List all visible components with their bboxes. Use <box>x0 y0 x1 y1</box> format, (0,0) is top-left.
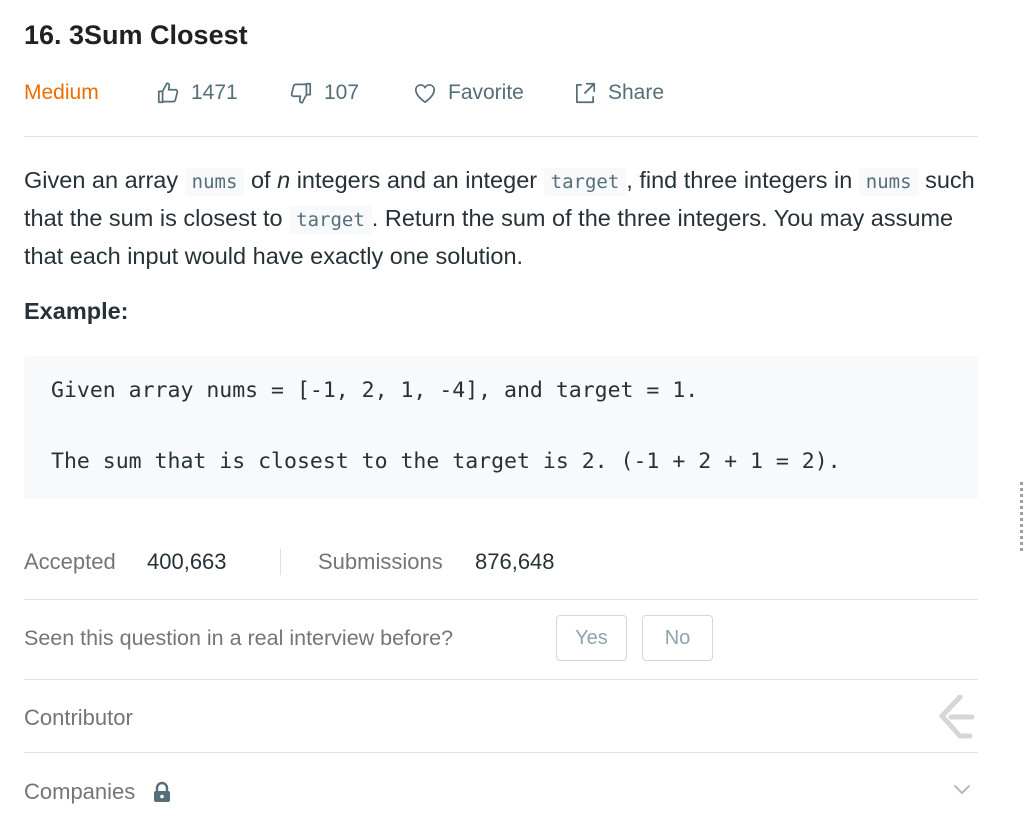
problem-meta-row: Medium 1471 107 Favorite Share <box>24 78 978 108</box>
contributor-label[interactable]: Contributor <box>24 705 133 731</box>
code-nums: nums <box>184 168 245 196</box>
n-variable: n <box>277 167 291 193</box>
companies-row[interactable]: Companies <box>24 779 171 805</box>
accepted-value: 400,663 <box>147 549 227 574</box>
accepted-label: Accepted <box>24 549 116 574</box>
favorite-label: Favorite <box>448 81 524 104</box>
leetcode-logo-icon <box>939 694 975 739</box>
description-text: , find three integers in <box>626 167 859 193</box>
divider <box>24 136 978 137</box>
submissions-label: Submissions <box>318 549 443 574</box>
thumbs-up-icon <box>157 82 179 104</box>
description-text: of <box>244 167 278 193</box>
code-target: target <box>289 206 372 234</box>
resize-handle[interactable] <box>1020 482 1023 554</box>
chevron-down-icon[interactable] <box>952 783 972 797</box>
code-nums: nums <box>858 168 919 196</box>
share-icon <box>576 82 596 104</box>
interview-yes-button[interactable]: Yes <box>556 615 627 661</box>
divider <box>24 679 978 680</box>
dislike-button[interactable]: 107 <box>288 78 359 108</box>
interview-question: Seen this question in a real interview b… <box>24 626 454 650</box>
code-target: target <box>543 168 627 196</box>
divider <box>24 599 978 600</box>
share-label: Share <box>608 81 665 104</box>
example-line: Given array nums = [-1, 2, 1, -4], and t… <box>51 378 699 403</box>
description-text: Given an array <box>24 167 185 193</box>
submissions-value: 876,648 <box>475 549 555 574</box>
example-line: The sum that is closest to the target is… <box>51 449 841 474</box>
submission-stats: Accepted 400,663 Submissions 876,648 <box>24 546 978 578</box>
share-button[interactable]: Share <box>572 78 664 108</box>
dislike-count: 107 <box>324 81 360 104</box>
interview-no-button[interactable]: No <box>642 615 713 661</box>
example-heading: Example: <box>24 298 129 324</box>
heart-icon <box>414 84 436 104</box>
like-count: 1471 <box>191 81 238 104</box>
like-button[interactable]: 1471 <box>155 78 238 108</box>
difficulty-label: Medium <box>24 81 99 104</box>
thumbs-down-icon <box>290 82 312 104</box>
example-code-block: Given array nums = [-1, 2, 1, -4], and t… <box>24 356 978 499</box>
description-text: integers and an integer <box>290 167 544 193</box>
lock-icon <box>154 781 171 802</box>
problem-description-text: Given an array nums of n integers and an… <box>24 162 978 274</box>
divider <box>24 752 978 753</box>
companies-label: Companies <box>24 779 136 804</box>
stat-separator <box>280 549 281 575</box>
favorite-button[interactable]: Favorite <box>412 78 524 108</box>
problem-title: 16. 3Sum Closest <box>24 20 248 50</box>
